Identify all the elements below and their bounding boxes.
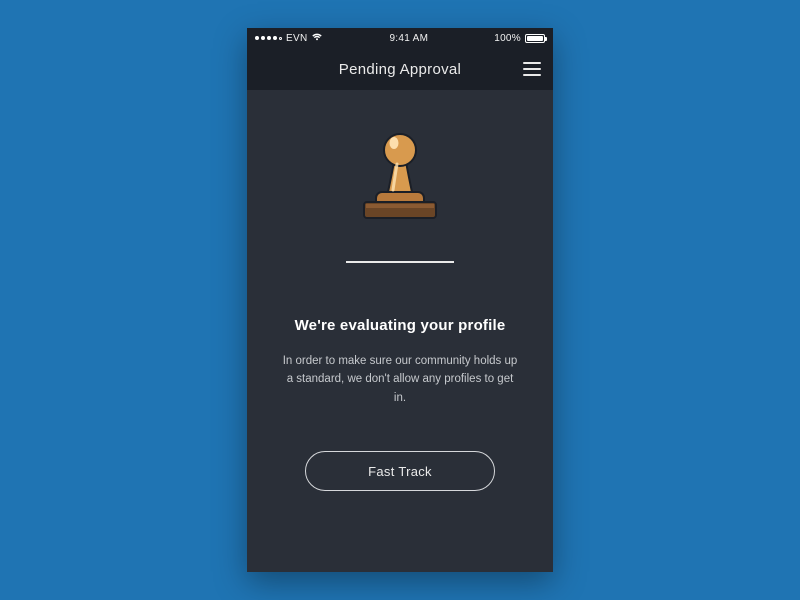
battery-pct: 100% — [494, 33, 521, 44]
headline: We're evaluating your profile — [295, 317, 506, 334]
stamp-icon — [358, 124, 442, 229]
phone-frame: EVN 9:41 AM 100% Pending Approval — [247, 28, 553, 572]
fast-track-button[interactable]: Fast Track — [305, 451, 495, 491]
status-bar: EVN 9:41 AM 100% — [247, 28, 553, 48]
status-right: 100% — [494, 33, 545, 44]
nav-bar: Pending Approval — [247, 48, 553, 90]
carrier-label: EVN — [286, 33, 307, 44]
signal-dots-icon — [255, 36, 282, 40]
battery-icon — [525, 34, 545, 43]
divider — [346, 261, 454, 263]
status-left: EVN — [255, 32, 323, 44]
status-time: 9:41 AM — [389, 33, 428, 44]
menu-icon[interactable] — [523, 62, 541, 76]
page-title: Pending Approval — [339, 61, 461, 78]
content-area: We're evaluating your profile In order t… — [247, 90, 553, 572]
body-text: In order to make sure our community hold… — [280, 352, 520, 407]
wifi-icon — [311, 32, 323, 44]
